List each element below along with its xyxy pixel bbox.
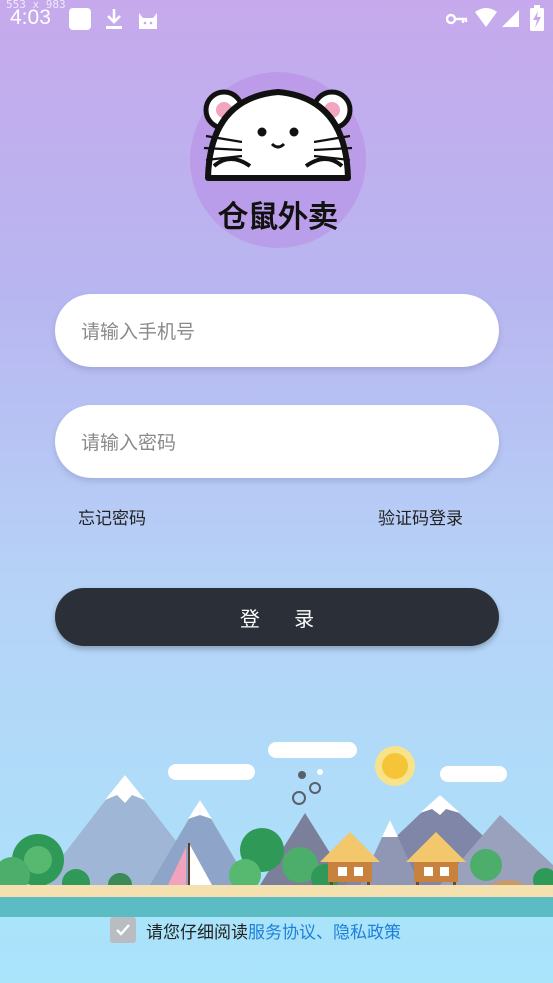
phone-input[interactable]	[79, 294, 479, 369]
checkmark-icon	[116, 924, 130, 936]
download-icon	[106, 9, 122, 29]
status-bar: 553 x 983 4:03	[0, 0, 553, 38]
phone-input-container[interactable]	[55, 294, 499, 369]
privacy-policy-link[interactable]: 隐私政策	[333, 918, 401, 943]
app-name: 仓鼠外卖	[218, 200, 338, 235]
agreement-row: 请您仔细阅读 服务协议 、 隐私政策	[110, 915, 401, 945]
battery-charging-icon	[530, 5, 544, 31]
forgot-password-link[interactable]: 忘记密码	[78, 504, 146, 529]
password-input-container[interactable]	[55, 405, 499, 480]
terms-of-service-link[interactable]: 服务协议	[248, 918, 316, 943]
signal-icon	[502, 10, 519, 27]
login-button[interactable]: 登 录	[55, 588, 499, 646]
app-logo: 仓鼠外卖	[188, 70, 368, 250]
agreement-prefix: 请您仔细阅读	[146, 922, 248, 943]
agreement-separator: 、	[316, 922, 333, 943]
password-input[interactable]	[79, 405, 479, 480]
landscape-illustration	[0, 742, 553, 935]
agreement-checkbox[interactable]	[110, 917, 136, 943]
sms-login-link[interactable]: 验证码登录	[378, 504, 463, 529]
status-time: 4:03	[10, 6, 51, 29]
key-icon	[446, 13, 468, 25]
cat-icon	[139, 13, 157, 29]
wifi-icon	[475, 8, 497, 27]
hamster-logo-icon: 仓鼠外卖	[190, 72, 366, 248]
square-app-icon	[69, 8, 91, 30]
